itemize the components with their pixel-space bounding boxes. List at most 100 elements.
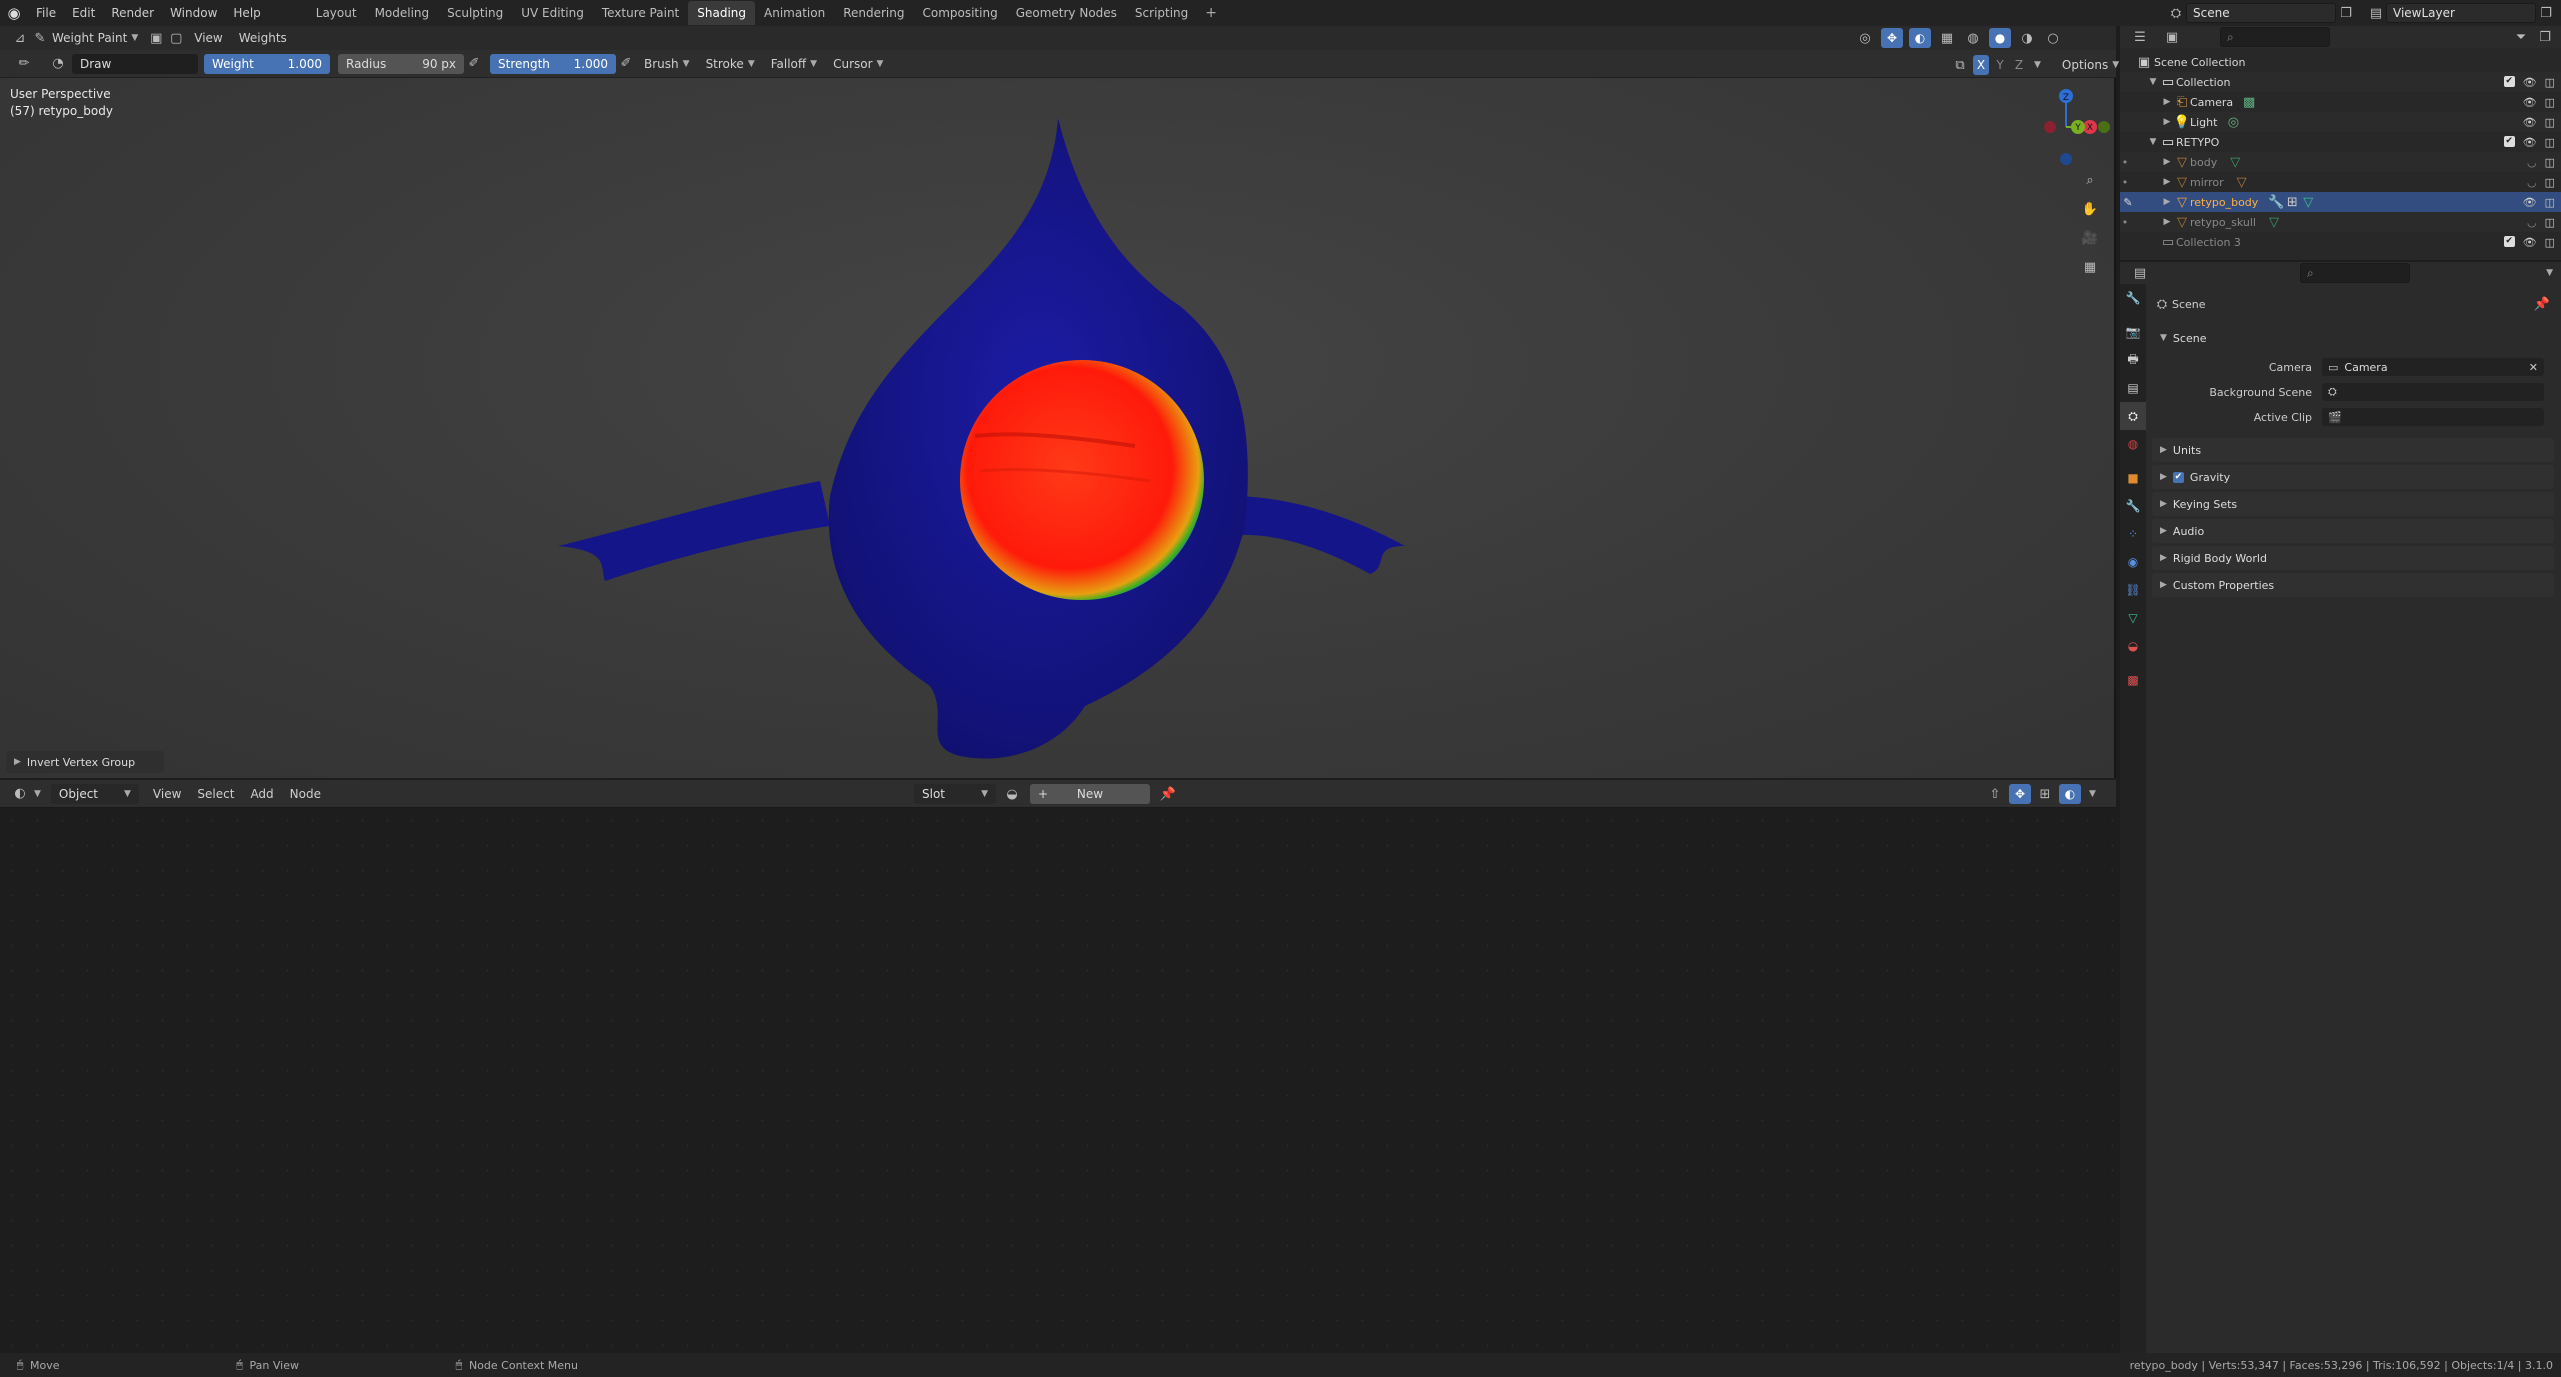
camera-render-icon[interactable]: ◫ [2545,216,2555,229]
pin-icon[interactable]: 📌 [1158,784,1178,804]
tab-compositing[interactable]: Compositing [913,1,1006,25]
expand-arrow-icon[interactable]: ▶ [2160,197,2174,207]
outliner-row-collection-3[interactable]: ▭ Collection 3 ✔ 👁 ◫ [2120,232,2561,252]
modifier-tab-icon[interactable]: 🔧 [2120,492,2146,520]
overlay-toggle-icon[interactable]: ◐ [1909,28,1931,48]
symmetry-y-button[interactable]: Y [1992,55,2008,75]
scene-tab-icon[interactable]: ⛭ [2120,402,2146,430]
units-panel-header[interactable]: ▶ Units [2152,438,2554,462]
checkbox-icon[interactable]: ✔ [2503,135,2515,147]
eye-icon[interactable]: 👁 [2523,116,2537,129]
outliner-scene-collection[interactable]: ▣ Scene Collection [2120,52,2561,72]
render-tab-icon[interactable]: 📷 [2120,318,2146,346]
camera-render-icon[interactable]: ◫ [2545,136,2555,149]
editor-type-icon[interactable]: ◐ [10,784,30,804]
new-view-layer-icon[interactable]: ❐ [2536,3,2556,23]
output-tab-icon[interactable]: 🖶 [2120,346,2146,374]
radius-pressure-icon[interactable]: ✐ [464,54,484,74]
checkbox-icon[interactable]: ✔ [2503,235,2515,247]
tab-animation[interactable]: Animation [755,1,834,25]
navigation-gizmo[interactable]: Z X Y [2040,85,2112,175]
last-operator-panel[interactable]: ▶ Invert Vertex Group [6,751,164,773]
menu-add[interactable]: Add [242,783,281,805]
slot-selector[interactable]: Slot ▼ [914,784,996,804]
brush-preview-icon[interactable]: ◔ [48,54,68,74]
strength-slider[interactable]: Strength 1.000 [490,53,616,74]
checkbox-icon[interactable]: ✔ [2503,75,2515,87]
eye-icon[interactable]: 👁 [2523,136,2537,149]
tab-sculpting[interactable]: Sculpting [438,1,512,25]
menu-select[interactable]: Select [189,783,242,805]
outliner-row-retypo-skull[interactable]: • ▶ ▽ retypo_skull ▽ ◡ ◫ [2120,212,2561,232]
editor-type-icon[interactable]: ⊿ [10,28,30,48]
brush-name-field[interactable]: Draw [72,53,198,74]
editor-type-icon[interactable]: ☰ [2130,27,2150,47]
outliner-row-camera[interactable]: ▶ ⎗ Camera ▩ 👁 ◫ [2120,92,2561,112]
active-clip-field[interactable]: 🎬 [2322,408,2544,426]
physics-tab-icon[interactable]: ◉ [2120,548,2146,576]
eye-hidden-icon[interactable]: ◡ [2527,156,2537,169]
object-shader-selector[interactable]: Object ▼ [50,783,139,804]
gravity-panel-header[interactable]: ▶ ✔ Gravity [2152,465,2554,489]
background-scene-field[interactable]: ⛭ [2322,383,2544,401]
texture-tab-icon[interactable]: ▩ [2120,666,2146,694]
pin-icon[interactable]: 📌 [2532,294,2552,314]
scene-panel-header[interactable]: ▼ Scene [2152,326,2554,350]
filter-icon[interactable]: ⏷ [2511,27,2531,47]
outliner-row-body[interactable]: • ▶ ▽ body ▽ ◡ ◫ [2120,152,2561,172]
rigid-body-world-panel-header[interactable]: ▶ Rigid Body World [2152,546,2554,570]
camera-view-icon[interactable]: 🎥 [2080,228,2100,248]
outliner-row-retypo-body[interactable]: ✎ ▶ ▽ retypo_body 🔧 ⊞ ▽ 👁 ◫ [2120,192,2561,212]
chevron-down-icon[interactable]: ▼ [2546,268,2553,278]
material-tab-icon[interactable]: ◒ [2120,632,2146,660]
snap-mode-icon[interactable]: ⊞ [2035,784,2055,804]
overlay-toggle-icon[interactable]: ◐ [2059,784,2081,804]
tab-shading[interactable]: Shading [688,1,755,25]
gizmo-toggle-icon[interactable]: ✥ [1881,28,1903,48]
mode-selector[interactable]: Weight Paint ▼ [50,27,146,49]
menu-node[interactable]: Node [282,783,329,805]
expand-arrow-icon[interactable]: ▼ [2146,77,2160,87]
falloff-menu[interactable]: Falloff ▼ [763,53,825,75]
expand-arrow-icon[interactable]: ▶ [2160,177,2174,187]
symmetry-x-button[interactable]: X [1973,55,1989,75]
eye-hidden-icon[interactable]: ◡ [2527,216,2537,229]
zoom-icon[interactable]: ⌕ [2080,170,2100,190]
brush-tool-icon[interactable]: ✏ [14,54,34,74]
scene-selector[interactable]: ⛭ Scene ❐ [2166,3,2356,23]
menu-view[interactable]: View [186,27,230,49]
xray-icon[interactable]: ▦ [1937,28,1957,48]
camera-render-icon[interactable]: ◫ [2545,96,2555,109]
tab-geometry-nodes[interactable]: Geometry Nodes [1007,1,1126,25]
outliner-row-collection[interactable]: ▼ ▭ Collection ✔ 👁 ◫ [2120,72,2561,92]
audio-panel-header[interactable]: ▶ Audio [2152,519,2554,543]
new-material-button[interactable]: + New [1030,784,1150,804]
clear-icon[interactable]: ✕ [2529,361,2538,374]
properties-search-input[interactable]: ⌕ [2300,263,2410,283]
view-layer-tab-icon[interactable]: ▤ [2120,374,2146,402]
brush-menu[interactable]: Brush ▼ [636,53,698,75]
outliner-row-retypo[interactable]: ▼ ▭ RETYPO ✔ 👁 ◫ [2120,132,2561,152]
expand-arrow-icon[interactable]: ▶ [2160,97,2174,107]
camera-render-icon[interactable]: ◫ [2545,156,2555,169]
outliner-row-light[interactable]: ▶ 💡 Light ◎ 👁 ◫ [2120,112,2561,132]
parent-node-tree-icon[interactable]: ⇧ [1985,784,2005,804]
pan-hand-icon[interactable]: ✋ [2080,199,2100,219]
view-layer-field[interactable]: ViewLayer [2386,3,2536,23]
eye-hidden-icon[interactable]: ◡ [2527,176,2537,189]
symmetry-z-button[interactable]: Z [2011,55,2027,75]
rendered-shading-icon[interactable]: ○ [2043,28,2063,48]
eye-icon[interactable]: 👁 [2523,236,2537,249]
custom-properties-panel-header[interactable]: ▶ Custom Properties [2152,573,2554,597]
options-menu[interactable]: Options ▼ [2054,54,2127,76]
tab-texture-paint[interactable]: Texture Paint [593,1,688,25]
menu-view[interactable]: View [145,783,189,805]
view-layer-selector[interactable]: ▤ ViewLayer ❐ [2366,3,2556,23]
solid-shading-icon[interactable]: ● [1989,28,2011,48]
menu-help[interactable]: Help [225,0,268,26]
expand-arrow-icon[interactable]: ▶ [2160,217,2174,227]
scene-name-field[interactable]: Scene [2186,3,2336,23]
expand-arrow-icon[interactable]: ▼ [2146,137,2160,147]
strength-pressure-icon[interactable]: ✐ [616,54,636,74]
ortho-grid-icon[interactable]: ▦ [2080,257,2100,277]
